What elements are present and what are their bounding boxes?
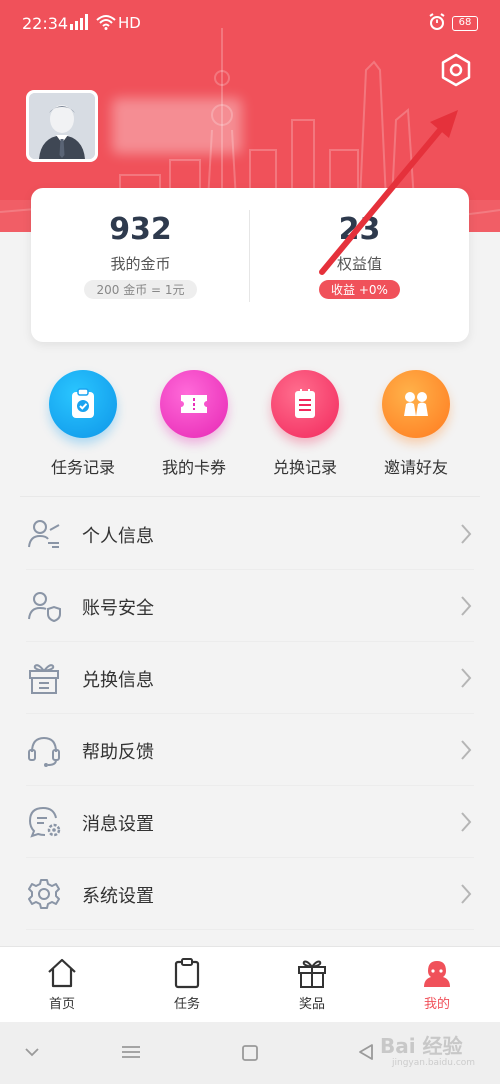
- username-blurred: [112, 98, 242, 154]
- menu-label: 兑换信息: [82, 670, 154, 691]
- quick-my-coupons[interactable]: 我的卡券: [139, 370, 249, 478]
- rights-label: 权益值: [336, 255, 382, 273]
- clipboard-icon: [174, 958, 200, 989]
- chevron-right-icon: [461, 596, 472, 616]
- rights-value: 23: [338, 212, 381, 247]
- tab-label: 奖品: [298, 997, 325, 1012]
- signal-icon: [70, 14, 88, 30]
- chevron-right-icon: [461, 884, 472, 904]
- gear-icon: [28, 879, 60, 909]
- rights-gain-badge: 收益 +0%: [319, 280, 400, 299]
- quick-actions: 任务记录 我的卡券 兑换记录 邀请好友: [0, 370, 500, 480]
- headset-icon: [28, 736, 60, 767]
- default-avatar-icon: [29, 93, 95, 159]
- menu-label: 消息设置: [82, 814, 154, 835]
- rights-stat[interactable]: 23 权益值 收益 +0%: [250, 188, 469, 342]
- exchange-record-icon: [295, 389, 315, 418]
- chevron-right-icon: [461, 668, 472, 688]
- battery-indicator: 68: [452, 16, 478, 31]
- tab-tasks[interactable]: 任务: [137, 957, 237, 1012]
- chevron-right-icon: [461, 524, 472, 544]
- tab-label: 我的: [423, 997, 450, 1012]
- status-bar: 22:34 HD 68: [0, 0, 500, 48]
- menu-message-settings[interactable]: 消息设置: [0, 786, 500, 858]
- person-info-icon: [28, 520, 60, 548]
- status-network: HD: [118, 14, 141, 32]
- avatar[interactable]: [26, 90, 98, 162]
- quick-invite-friends[interactable]: 邀请好友: [361, 370, 471, 478]
- gift-icon: [298, 960, 326, 988]
- alarm-icon: [429, 13, 445, 30]
- quick-exchange-record[interactable]: 兑换记录: [250, 370, 360, 478]
- quick-task-record[interactable]: 任务记录: [28, 370, 138, 478]
- menu-divider: [20, 496, 480, 497]
- coins-rate-badge: 200 金币 = 1元: [84, 280, 197, 299]
- menu-exchange-info[interactable]: 兑换信息: [0, 642, 500, 714]
- menu-icon[interactable]: [120, 1044, 142, 1060]
- back-triangle-icon[interactable]: [356, 1042, 376, 1062]
- chevron-right-icon: [461, 812, 472, 832]
- account-security-icon: [28, 592, 61, 623]
- coupon-icon: [181, 395, 207, 413]
- home-square-icon[interactable]: [240, 1043, 260, 1063]
- coins-value: 932: [109, 212, 172, 247]
- tab-mine[interactable]: 我的: [387, 957, 487, 1012]
- wifi-icon: [96, 15, 116, 30]
- coins-label: 我的金币: [110, 255, 171, 273]
- chevron-right-icon: [461, 740, 472, 760]
- stats-card: 932 我的金币 200 金币 = 1元 23 权益值 收益 +0%: [31, 188, 469, 342]
- watermark-sub: jingyan.baidu.com: [392, 1058, 476, 1068]
- home-icon: [48, 958, 76, 988]
- quick-label: 兑换记录: [272, 458, 337, 477]
- menu-account-security[interactable]: 账号安全: [0, 570, 500, 642]
- chevron-down-icon[interactable]: [24, 1046, 40, 1058]
- watermark-text: Bai 经验: [380, 1034, 463, 1058]
- user-icon: [424, 961, 450, 987]
- menu-label: 账号安全: [82, 598, 154, 619]
- tab-home[interactable]: 首页: [12, 957, 112, 1012]
- settings-icon[interactable]: [438, 52, 474, 88]
- gift-box-icon: [29, 664, 59, 694]
- coins-stat[interactable]: 932 我的金币 200 金币 = 1元: [31, 188, 250, 342]
- quick-label: 任务记录: [50, 458, 115, 477]
- tab-prizes[interactable]: 奖品: [262, 957, 362, 1012]
- invite-friends-icon: [404, 392, 428, 416]
- menu-label: 帮助反馈: [82, 742, 154, 763]
- menu-personal-info[interactable]: 个人信息: [0, 498, 500, 570]
- bottom-tab-bar: 首页 任务 奖品 我的: [0, 946, 500, 1022]
- menu-label: 个人信息: [82, 526, 154, 547]
- tab-label: 任务: [173, 997, 200, 1012]
- menu-help-feedback[interactable]: 帮助反馈: [0, 714, 500, 786]
- status-time: 22:34: [22, 14, 69, 33]
- task-record-icon: [72, 388, 94, 418]
- menu-system-settings[interactable]: 系统设置: [0, 858, 500, 930]
- quick-label: 我的卡券: [161, 458, 226, 477]
- message-settings-icon: [28, 806, 61, 838]
- quick-label: 邀请好友: [383, 458, 448, 477]
- menu-label: 系统设置: [82, 886, 154, 907]
- tab-label: 首页: [48, 997, 75, 1012]
